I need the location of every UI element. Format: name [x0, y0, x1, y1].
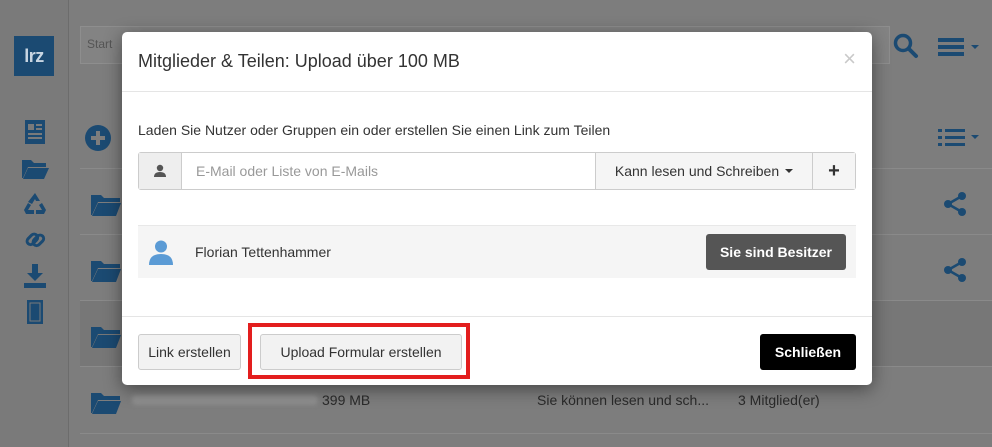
user-addon [139, 153, 182, 189]
search-icon[interactable] [893, 33, 919, 59]
document-icon[interactable] [20, 118, 50, 146]
folder-open-icon[interactable] [20, 154, 50, 182]
folder-icon [91, 327, 121, 348]
caret-down-icon [785, 169, 794, 173]
create-upload-form-button[interactable]: Upload Formular erstellen [260, 334, 462, 370]
folder-icon [91, 393, 121, 414]
file-size: 399 MB [322, 392, 371, 408]
add-circle-icon[interactable] [84, 124, 112, 152]
close-icon[interactable]: × [843, 46, 856, 72]
close-button[interactable]: Schließen [760, 334, 856, 370]
create-link-button[interactable]: Link erstellen [138, 334, 241, 370]
member-name: Florian Tettenhammer [195, 244, 331, 260]
file-members: 3 Mitglied(er) [738, 392, 820, 408]
share-icon[interactable] [942, 191, 968, 217]
folder-icon [91, 261, 121, 282]
share-dialog: Mitglieder & Teilen: Upload über 100 MB … [122, 32, 872, 385]
user-avatar-icon [149, 240, 173, 265]
file-name-redacted [132, 395, 318, 405]
download-icon[interactable] [20, 262, 50, 290]
list-view-icon[interactable] [938, 126, 984, 148]
menu-dropdown-icon[interactable] [938, 36, 984, 58]
link-icon[interactable] [20, 226, 50, 254]
permission-label: Kann lesen und Schreiben [614, 163, 780, 179]
share-icon[interactable] [942, 257, 968, 283]
email-input[interactable] [182, 153, 595, 189]
member-row: Florian Tettenhammer Sie sind Besitzer [138, 225, 856, 278]
user-icon [154, 164, 166, 177]
dialog-header: Mitglieder & Teilen: Upload über 100 MB … [122, 32, 872, 92]
recycle-icon[interactable] [20, 190, 50, 218]
lrz-logo[interactable]: lrz [14, 36, 54, 76]
book-icon[interactable] [20, 298, 50, 326]
file-permission: Sie können lesen und sch... [537, 392, 710, 408]
dialog-intro-text: Laden Sie Nutzer oder Gruppen ein oder e… [138, 122, 611, 138]
invite-input-group: Kann lesen und Schreiben + [138, 152, 856, 190]
dialog-footer: Link erstellen Upload Formular erstellen… [122, 316, 872, 385]
dialog-title: Mitglieder & Teilen: Upload über 100 MB [138, 51, 460, 71]
permission-dropdown[interactable]: Kann lesen und Schreiben [595, 153, 812, 189]
add-member-button[interactable]: + [812, 153, 855, 189]
sidebar: lrz [0, 0, 69, 447]
owner-badge: Sie sind Besitzer [706, 234, 846, 270]
folder-icon [91, 195, 121, 216]
